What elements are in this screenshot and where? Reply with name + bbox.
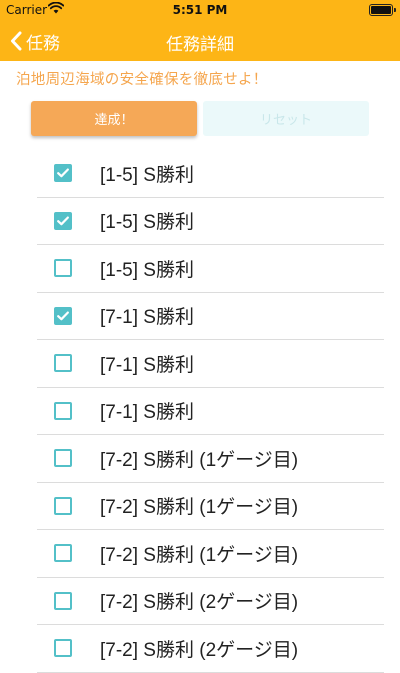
clock-time: 5:51 PM: [172, 3, 228, 17]
checkmark-icon: [57, 168, 69, 178]
reset-button[interactable]: リセット: [203, 101, 369, 136]
task-row[interactable]: [7-2] S勝利 (1ゲージ目): [37, 435, 384, 483]
navigation-bar: 任務 任務詳細: [0, 20, 400, 61]
checkbox-unchecked[interactable]: [54, 449, 72, 468]
task-label: [7-2] S勝利 (1ゲージ目): [100, 449, 299, 471]
mission-description: 泊地周辺海域の安全確保を徹底せよ！: [16, 72, 268, 88]
checkbox-checked[interactable]: [54, 164, 72, 183]
task-row[interactable]: [7-2] S勝利 (1ゲージ目): [37, 530, 384, 578]
task-row[interactable]: [1-5] S勝利: [37, 150, 384, 198]
task-row[interactable]: [7-1] S勝利: [37, 388, 384, 435]
task-row[interactable]: [7-1] S勝利: [37, 293, 384, 340]
app-header: Carrier 5:51 PM 任務 任務詳細: [0, 0, 400, 61]
task-row[interactable]: [7-1] S勝利: [37, 340, 384, 388]
task-row[interactable]: [1-5] S勝利: [37, 198, 384, 245]
task-label: [7-2] S勝利 (1ゲージ目): [100, 497, 299, 519]
task-row[interactable]: [7-2] S勝利 (2ゲージ目): [37, 578, 384, 625]
checkbox-unchecked[interactable]: [54, 401, 72, 420]
checkbox-unchecked[interactable]: [54, 496, 72, 515]
checkbox-unchecked[interactable]: [54, 354, 72, 373]
task-label: [7-1] S勝利: [100, 402, 194, 424]
checkmark-icon: [57, 216, 69, 226]
task-label: [1-5] S勝利: [100, 212, 194, 234]
page-title: 任務詳細: [166, 35, 234, 55]
checkmark-icon: [57, 311, 69, 321]
checkbox-unchecked[interactable]: [54, 639, 72, 658]
task-row[interactable]: [7-2] S勝利 (1ゲージ目): [37, 483, 384, 530]
task-label: [7-1] S勝利: [100, 307, 194, 329]
checkbox-checked[interactable]: [54, 211, 72, 230]
checkbox-unchecked[interactable]: [54, 591, 72, 610]
task-label: [7-2] S勝利 (1ゲージ目): [100, 544, 299, 566]
task-label: [1-5] S勝利: [100, 259, 194, 281]
task-list: [1-5] S勝利 [1-5] S勝利 [1-5] S勝利 [7-1] S勝利 [7-1…: [0, 150, 400, 673]
task-row[interactable]: [1-5] S勝利: [37, 245, 384, 293]
battery-icon: [369, 4, 396, 16]
achieve-button[interactable]: 達成！: [31, 101, 197, 136]
task-label: [7-1] S勝利: [100, 354, 194, 376]
checkbox-unchecked[interactable]: [54, 544, 72, 563]
task-row[interactable]: [7-2] S勝利 (2ゲージ目): [37, 625, 384, 673]
task-label: [1-5] S勝利: [100, 164, 194, 186]
status-bar: Carrier 5:51 PM: [0, 0, 400, 20]
checkbox-checked[interactable]: [54, 306, 72, 325]
checkbox-unchecked[interactable]: [54, 259, 72, 278]
task-label: [7-2] S勝利 (2ゲージ目): [100, 639, 299, 661]
task-label: [7-2] S勝利 (2ゲージ目): [100, 592, 299, 614]
